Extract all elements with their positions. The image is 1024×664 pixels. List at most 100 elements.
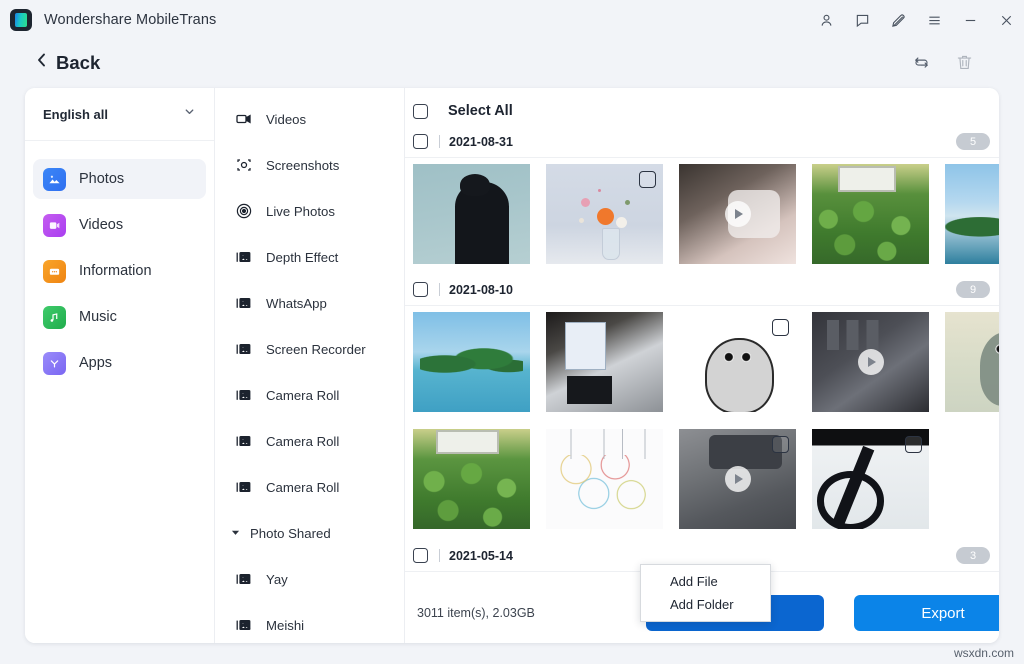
language-selector[interactable]: English all <box>25 88 214 141</box>
header-tools <box>912 53 974 72</box>
export-button[interactable]: Export <box>854 595 999 631</box>
watermark: wsxdn.com <box>954 646 1014 660</box>
caret-down-icon <box>231 528 240 539</box>
photo-thumbnail[interactable] <box>546 164 663 264</box>
date-group-checkbox[interactable] <box>413 548 428 563</box>
album-item-camera-roll-3[interactable]: Camera Roll <box>215 464 404 510</box>
album-item-camera-roll-1[interactable]: Camera Roll <box>215 372 404 418</box>
album-item-camera-roll-2[interactable]: Camera Roll <box>215 418 404 464</box>
play-icon <box>725 201 751 227</box>
date-group-checkbox[interactable] <box>413 134 428 149</box>
sidebar-item-label: Information <box>79 263 152 279</box>
album-item-whatsapp[interactable]: WhatsApp <box>215 280 404 326</box>
video-thumbnail[interactable] <box>679 164 796 264</box>
album-label: WhatsApp <box>266 296 327 311</box>
date-group-label: 2021-08-31 <box>449 135 513 149</box>
album-item-yay[interactable]: Yay <box>215 556 404 602</box>
date-group-count: 5 <box>956 133 990 150</box>
photo-thumbnail[interactable] <box>679 312 796 412</box>
chevron-left-icon <box>36 52 47 73</box>
album-item-live-photos[interactable]: Live Photos <box>215 188 404 234</box>
edit-icon[interactable] <box>880 3 916 37</box>
menu-item-add-folder[interactable]: Add Folder <box>641 593 770 616</box>
photo-stack-icon <box>235 478 253 496</box>
thumbnail-row <box>405 158 999 264</box>
sidebar-item-apps[interactable]: Apps <box>33 343 206 383</box>
close-icon[interactable] <box>988 3 1024 37</box>
menu-item-add-file[interactable]: Add File <box>641 570 770 593</box>
photo-scroll-area[interactable]: Select All 2021-08-31 5 <box>405 88 999 583</box>
menu-icon[interactable] <box>916 3 952 37</box>
photo-thumbnail[interactable] <box>413 429 530 529</box>
video-thumbnail[interactable] <box>679 429 796 529</box>
divider <box>439 549 440 562</box>
screenshot-icon <box>235 156 253 174</box>
album-item-screenshots[interactable]: Screenshots <box>215 142 404 188</box>
sidebar-nav: Photos Videos Information <box>25 141 214 383</box>
photo-browser: Select All 2021-08-31 5 <box>405 88 999 643</box>
window-controls <box>808 0 1024 40</box>
thumbnail-checkbox[interactable] <box>772 319 789 336</box>
album-item-videos[interactable]: Videos <box>215 96 404 142</box>
photo-stack-icon <box>235 432 253 450</box>
video-camera-icon <box>235 110 253 128</box>
album-label: Live Photos <box>266 204 335 219</box>
date-group-count: 3 <box>956 547 990 564</box>
sidebar-item-videos[interactable]: Videos <box>33 205 206 245</box>
import-context-menu: Add File Add Folder <box>640 564 771 622</box>
sidebar-item-label: Music <box>79 309 117 325</box>
divider <box>439 283 440 296</box>
trash-icon[interactable] <box>955 53 974 72</box>
album-label: Depth Effect <box>266 250 338 265</box>
sidebar-item-music[interactable]: Music <box>33 297 206 337</box>
thumbnail-checkbox[interactable] <box>905 436 922 453</box>
photo-thumbnail[interactable] <box>812 164 929 264</box>
page-header: Back <box>0 40 1024 85</box>
photos-icon <box>43 168 66 191</box>
thumbnail-checkbox[interactable] <box>639 171 656 188</box>
album-label: Camera Roll <box>266 480 339 495</box>
photo-stack-icon <box>235 616 253 634</box>
album-item-meishi[interactable]: Meishi <box>215 602 404 643</box>
album-group-label: Photo Shared <box>250 526 331 541</box>
photo-thumbnail[interactable] <box>546 312 663 412</box>
videos-icon <box>43 214 66 237</box>
album-label: Videos <box>266 112 306 127</box>
photo-thumbnail[interactable] <box>812 429 929 529</box>
minimize-icon[interactable] <box>952 3 988 37</box>
live-photo-icon <box>235 202 253 220</box>
photo-thumbnail[interactable] <box>413 164 530 264</box>
album-label: Screen Recorder <box>266 342 366 357</box>
feedback-icon[interactable] <box>844 3 880 37</box>
refresh-icon[interactable] <box>912 53 931 72</box>
thumbnail-checkbox[interactable] <box>772 436 789 453</box>
album-group-photo-shared[interactable]: Photo Shared <box>215 510 404 556</box>
album-item-screen-recorder[interactable]: Screen Recorder <box>215 326 404 372</box>
sidebar-item-information[interactable]: Information <box>33 251 206 291</box>
back-button[interactable]: Back <box>36 52 100 74</box>
photo-stack-icon <box>235 248 253 266</box>
apps-icon <box>43 352 66 375</box>
photo-stack-icon <box>235 340 253 358</box>
music-icon <box>43 306 66 329</box>
select-all-checkbox[interactable] <box>413 104 428 119</box>
thumbnail-row <box>405 412 999 529</box>
photo-thumbnail[interactable] <box>413 312 530 412</box>
date-group-header: 2021-08-31 5 <box>405 126 999 158</box>
sidebar-item-photos[interactable]: Photos <box>33 159 206 199</box>
language-label: English all <box>43 107 108 122</box>
album-label: Yay <box>266 572 288 587</box>
photo-stack-icon <box>235 386 253 404</box>
photo-thumbnail[interactable] <box>546 429 663 529</box>
photo-thumbnail[interactable] <box>945 312 999 412</box>
information-icon <box>43 260 66 283</box>
photo-thumbnail[interactable] <box>945 164 999 264</box>
account-icon[interactable] <box>808 3 844 37</box>
content-card: English all Photos <box>25 88 999 643</box>
select-all-label: Select All <box>448 103 513 119</box>
video-thumbnail[interactable] <box>812 312 929 412</box>
app-title: Wondershare MobileTrans <box>44 12 216 28</box>
album-item-depth-effect[interactable]: Depth Effect <box>215 234 404 280</box>
date-group-checkbox[interactable] <box>413 282 428 297</box>
album-label: Screenshots <box>266 158 339 173</box>
